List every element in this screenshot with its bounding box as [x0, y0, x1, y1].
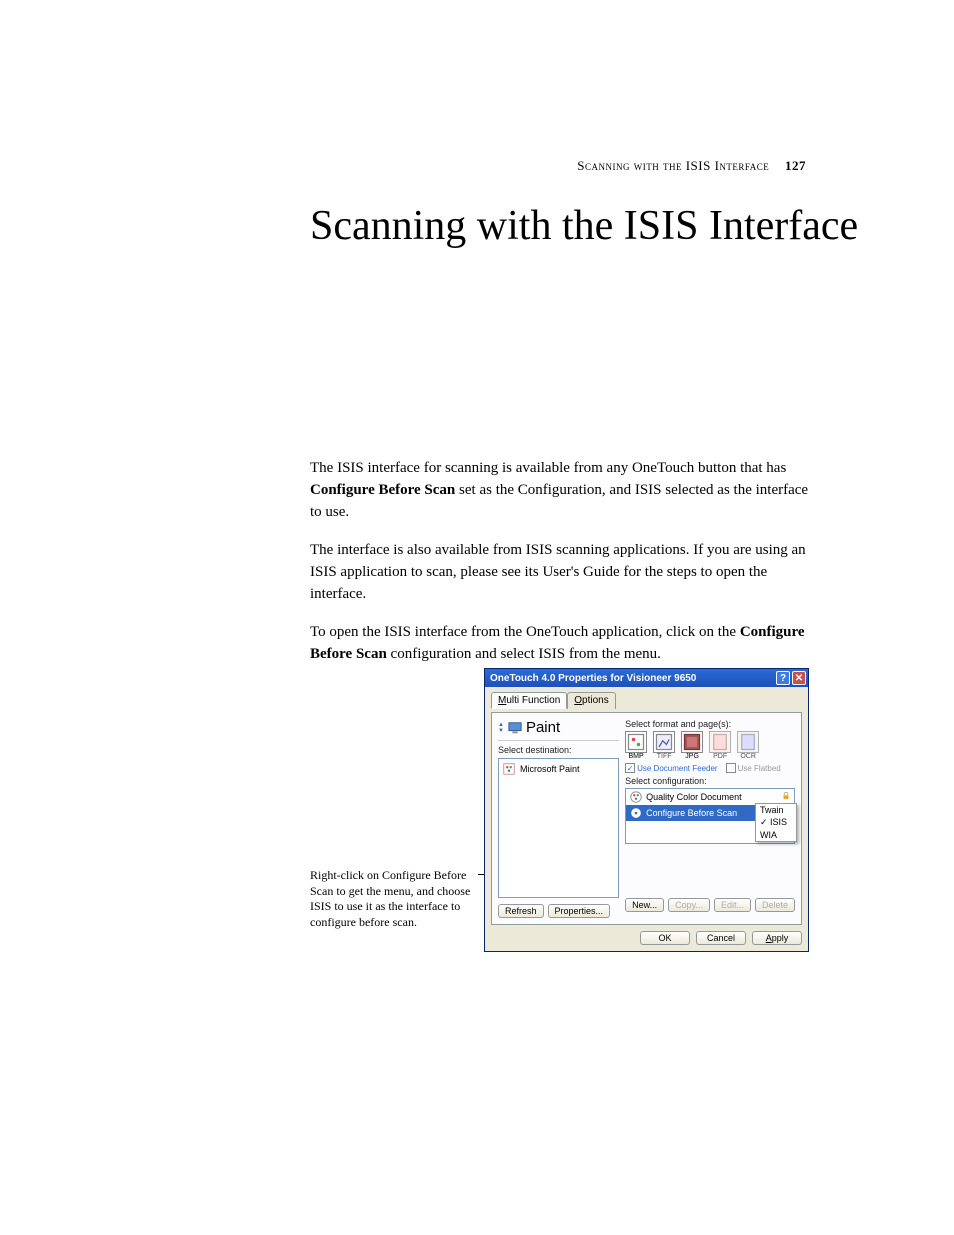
tab-multi-function[interactable]: Multi Function [491, 692, 567, 709]
select-config-label: Select configuration: [625, 776, 795, 786]
use-feeder-checkbox[interactable]: ✓Use Document Feeder [625, 763, 717, 773]
format-jpg-icon[interactable] [681, 731, 703, 753]
format-label-jpg: JPG [681, 753, 703, 760]
ok-button[interactable]: OK [640, 931, 690, 945]
format-label-tiff: TIFF [653, 753, 675, 760]
format-label-ocr: OCR [737, 753, 759, 760]
monitor-icon [508, 721, 522, 735]
paragraph-1: The ISIS interface for scanning is avail… [310, 458, 810, 523]
format-label-pdf: PDF [709, 753, 731, 760]
select-format-label: Select format and page(s): [625, 719, 795, 729]
button-selector[interactable]: ▲▼ Paint [498, 719, 619, 741]
callout-note: Right-click on Configure Before Scan to … [310, 868, 480, 930]
format-tiff-icon[interactable] [653, 731, 675, 753]
properties-button[interactable]: Properties... [548, 904, 611, 918]
spinner-icon[interactable]: ▲▼ [498, 722, 504, 734]
menu-twain[interactable]: Twain [756, 804, 796, 816]
cancel-button[interactable]: Cancel [696, 931, 746, 945]
tab-options[interactable]: Options [567, 692, 615, 709]
lock-icon [781, 791, 791, 803]
close-button[interactable]: ✕ [792, 671, 806, 685]
running-header: Scanning with the ISIS Interface 127 [577, 158, 806, 174]
onetouch-properties-dialog: OneTouch 4.0 Properties for Visioneer 96… [484, 668, 809, 952]
dialog-title: OneTouch 4.0 Properties for Visioneer 96… [490, 673, 696, 684]
paint-icon [502, 762, 516, 776]
dialog-titlebar[interactable]: OneTouch 4.0 Properties for Visioneer 96… [485, 669, 808, 687]
gear-icon [629, 806, 643, 820]
chapter-title: Scanning with the ISIS Interface [310, 200, 858, 253]
apply-button[interactable]: Apply [752, 931, 802, 945]
menu-isis[interactable]: ISIS [756, 816, 796, 829]
interface-context-menu: Twain ISIS WIA [755, 803, 797, 842]
menu-wia[interactable]: WIA [756, 829, 796, 841]
use-flatbed-checkbox[interactable]: Use Flatbed [726, 763, 781, 773]
format-label-bmp: BMP [625, 753, 647, 760]
new-button[interactable]: New... [625, 898, 664, 912]
format-ocr-icon[interactable] [737, 731, 759, 753]
button-label: Paint [526, 719, 560, 736]
paragraph-2: The interface is also available from ISI… [310, 540, 810, 605]
format-bmp-icon[interactable] [625, 731, 647, 753]
header-section: Scanning with the ISIS Interface [577, 158, 769, 173]
page-number: 127 [785, 158, 806, 173]
destination-ms-paint[interactable]: Microsoft Paint [501, 761, 616, 777]
edit-button[interactable]: Edit... [714, 898, 751, 912]
refresh-button[interactable]: Refresh [498, 904, 544, 918]
select-destination-label: Select destination: [498, 745, 619, 755]
paragraph-3: To open the ISIS interface from the OneT… [310, 622, 810, 666]
help-button[interactable]: ? [776, 671, 790, 685]
delete-button[interactable]: Delete [755, 898, 795, 912]
copy-button[interactable]: Copy... [668, 898, 710, 912]
palette-icon [629, 790, 643, 804]
format-pdf-icon[interactable] [709, 731, 731, 753]
